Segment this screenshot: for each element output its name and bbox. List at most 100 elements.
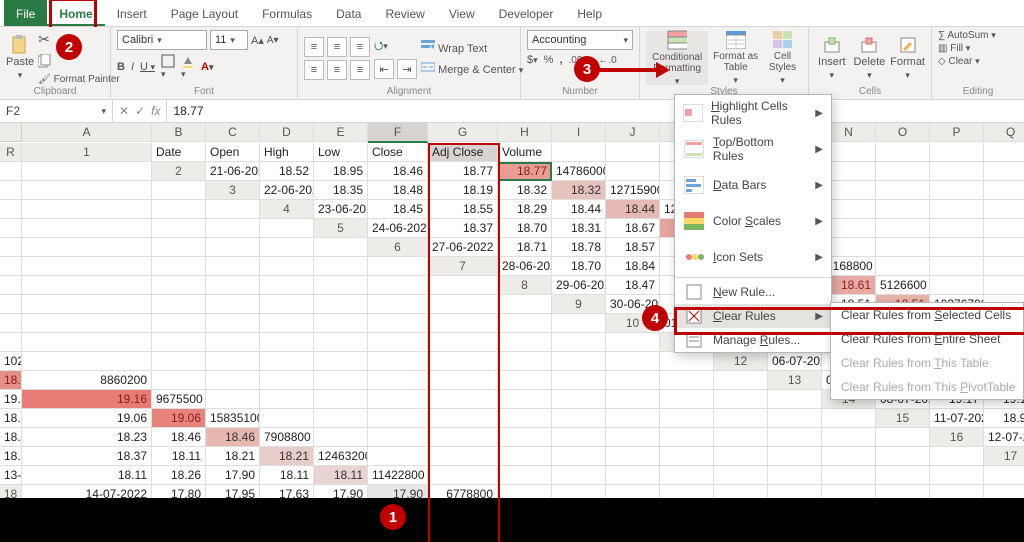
cell-G16[interactable]: 12463200 [314, 447, 368, 466]
row-header-12[interactable]: 12 [714, 352, 768, 371]
cell-L11[interactable] [314, 352, 368, 371]
cell-Q11[interactable] [606, 352, 660, 371]
cell-J15[interactable] [428, 428, 498, 447]
cell-N7[interactable] [206, 276, 260, 295]
accounting-dd-icon[interactable]: $▾ [527, 54, 538, 66]
cell-B6[interactable]: 18.71 [498, 238, 552, 257]
increase-decimal-icon[interactable]: .00→ [569, 55, 593, 66]
tab-insert[interactable]: Insert [105, 0, 159, 26]
cut-icon[interactable]: ✂ [38, 31, 120, 48]
cell-B4[interactable]: 18.45 [368, 200, 428, 219]
cell-P5[interactable] [206, 238, 260, 257]
cell-P11[interactable] [552, 352, 606, 371]
cell-C4[interactable]: 18.55 [428, 200, 498, 219]
cell-H15[interactable] [314, 428, 368, 447]
fill-button[interactable]: ▥ Fill ▾ [938, 43, 970, 54]
cell-M14[interactable] [552, 409, 606, 428]
cell-K8[interactable] [22, 295, 152, 314]
cf-new-rule[interactable]: New Rule... [675, 280, 831, 304]
cell-J16[interactable] [498, 447, 552, 466]
underline-button[interactable]: U ▾ [140, 61, 155, 73]
cell-E1[interactable]: Close [368, 143, 428, 162]
cell-N13[interactable] [552, 390, 606, 409]
tab-view[interactable]: View [437, 0, 487, 26]
copy-icon[interactable] [38, 54, 120, 68]
cell-R8[interactable] [498, 295, 552, 314]
cell-K11[interactable] [260, 352, 314, 371]
cell-H17[interactable] [428, 466, 498, 485]
cell-M17[interactable] [714, 466, 768, 485]
cell-E13[interactable]: 19.16 [0, 390, 22, 409]
cell-A1[interactable]: Date [152, 143, 206, 162]
align-bottom-icon[interactable]: ≡ [350, 37, 370, 57]
cf-color-scales[interactable]: Color Scales ▶ [675, 203, 831, 239]
col-header-C[interactable]: C [206, 123, 260, 142]
row-header-4[interactable]: 4 [260, 200, 314, 219]
cell-I12[interactable] [206, 371, 260, 390]
cell-L16[interactable] [606, 447, 660, 466]
cell-K7[interactable] [0, 276, 22, 295]
cell-H1[interactable] [552, 143, 606, 162]
comma-icon[interactable]: , [559, 54, 562, 66]
tab-developer[interactable]: Developer [487, 0, 566, 26]
cell-G3[interactable]: 12715900 [606, 181, 660, 200]
cell-O14[interactable] [660, 409, 714, 428]
tab-home[interactable]: Home [47, 0, 104, 26]
italic-button[interactable]: I [131, 61, 134, 73]
cell-D16[interactable]: 18.11 [152, 447, 206, 466]
cell-N3[interactable] [984, 181, 1024, 200]
cell-I10[interactable] [22, 333, 152, 352]
cell-P10[interactable] [498, 333, 552, 352]
cell-O12[interactable] [552, 371, 606, 390]
cell-K9[interactable] [152, 314, 206, 333]
clear-rules-entire-sheet[interactable]: Clear Rules from Entire Sheet [831, 327, 1023, 351]
cell-P9[interactable] [428, 314, 498, 333]
cell-H2[interactable] [606, 162, 660, 181]
cell-N1[interactable] [876, 143, 930, 162]
col-header-Q[interactable]: Q [984, 123, 1024, 142]
font-color-button[interactable]: A▾ [201, 61, 213, 73]
cell-H16[interactable] [368, 447, 428, 466]
cell-H7[interactable] [876, 257, 930, 276]
cell-B5[interactable]: 18.37 [428, 219, 498, 238]
cell-D1[interactable]: Low [314, 143, 368, 162]
cf-top-bottom-rules[interactable]: Top/Bottom Rules ▶ [675, 131, 831, 167]
cell-styles-button[interactable]: Cell Styles▾ [763, 31, 802, 85]
cell-L17[interactable] [660, 466, 714, 485]
cell-K5[interactable] [930, 219, 984, 238]
cell-C5[interactable]: 18.70 [498, 219, 552, 238]
cell-Q3[interactable] [152, 200, 206, 219]
cell-A5[interactable]: 24-06-2022 [368, 219, 428, 238]
cell-O7[interactable] [260, 276, 314, 295]
row-header-6[interactable]: 6 [368, 238, 428, 257]
cell-M6[interactable] [22, 257, 152, 276]
name-box[interactable]: F2▾ [0, 100, 113, 122]
cell-M13[interactable] [498, 390, 552, 409]
cell-Q14[interactable] [768, 409, 822, 428]
cell-C7[interactable]: 18.84 [606, 257, 660, 276]
cell-R2[interactable] [152, 181, 206, 200]
col-header-I[interactable]: I [552, 123, 606, 142]
cell-L4[interactable] [930, 200, 984, 219]
cell-D6[interactable]: 18.57 [606, 238, 660, 257]
font-name-combo[interactable]: Calibri▾ [117, 30, 207, 50]
col-header-O[interactable]: O [876, 123, 930, 142]
tab-review[interactable]: Review [373, 0, 436, 26]
cell-N11[interactable] [428, 352, 498, 371]
cell-E16[interactable]: 18.21 [206, 447, 260, 466]
cell-A6[interactable]: 27-06-2022 [428, 238, 498, 257]
cell-R17[interactable] [984, 466, 1024, 485]
cell-D14[interactable]: 18.97 [0, 409, 22, 428]
cell-D3[interactable]: 18.19 [428, 181, 498, 200]
cell-E5[interactable]: 18.67 [606, 219, 660, 238]
wrap-text-button[interactable]: Wrap Text [421, 40, 523, 55]
cell-I1[interactable] [606, 143, 660, 162]
cell-M10[interactable] [314, 333, 368, 352]
cell-H11[interactable] [22, 352, 152, 371]
cell-L15[interactable] [552, 428, 606, 447]
cell-B7[interactable]: 18.70 [552, 257, 606, 276]
cell-F2[interactable]: 18.77 [498, 162, 552, 181]
cell-R15[interactable] [876, 428, 930, 447]
cell-M4[interactable] [984, 200, 1024, 219]
cell-A2[interactable]: 21-06-2022 [206, 162, 260, 181]
